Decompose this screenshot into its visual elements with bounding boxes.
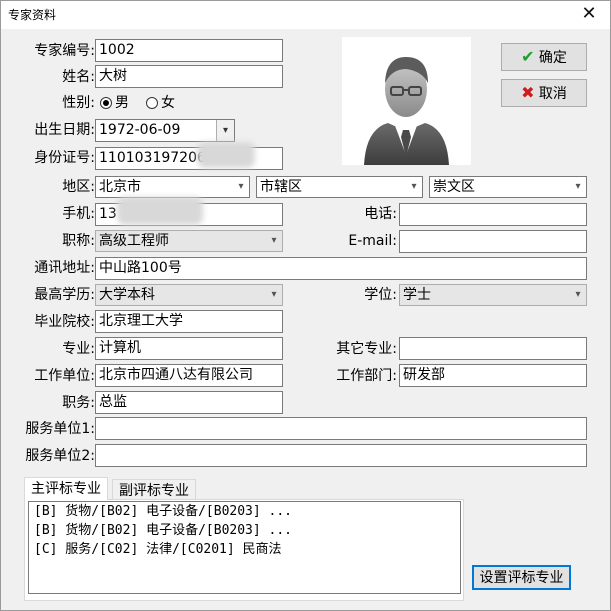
birth-date-label: 出生日期: [34,122,95,138]
phone-field[interactable] [399,203,587,226]
photo-frame [342,37,471,165]
chevron-down-icon: ▾ [238,181,244,192]
list-item[interactable]: [C] 服务/[C02] 法律/[C0201] 民商法 [29,540,460,559]
cancel-button-label: 取消 [538,86,567,102]
list-item[interactable]: [B] 货物/[B02] 电子设备/[B0203] ... [29,502,460,521]
x-icon: ✖ [521,83,535,102]
region-area-value: 崇文区 [433,179,475,195]
gender-male-radio[interactable] [100,97,112,109]
ok-button-label: 确定 [538,50,567,66]
address-label: 通讯地址: [34,260,95,276]
redaction-blur [117,197,203,225]
specialty-list[interactable]: [B] 货物/[B02] 电子设备/[B0203] ... [B] 货物/[B0… [28,501,461,594]
address-field[interactable]: 中山路100号 [95,257,587,280]
chevron-down-icon: ▾ [575,181,581,192]
region-district-select[interactable]: 市辖区 ▾ [256,176,423,198]
education-value: 大学本科 [99,287,155,303]
job-title-label: 职称: [62,233,95,249]
name-field[interactable]: 大树 [95,65,283,88]
region-city-select[interactable]: 北京市 ▾ [95,176,250,198]
other-major-field[interactable] [399,337,587,360]
chevron-down-icon: ▾ [411,181,417,192]
set-specialty-button[interactable]: 设置评标专业 [472,565,571,590]
service-unit1-label: 服务单位1: [25,421,95,437]
department-field[interactable]: 研发部 [399,364,587,387]
degree-value: 学士 [403,287,431,303]
check-icon: ✔ [521,47,535,66]
job-title-select[interactable]: 高级工程师 ▾ [95,230,283,252]
degree-label: 学位: [364,287,397,303]
region-district-value: 市辖区 [260,179,302,195]
id-no-label: 身份证号: [34,150,95,166]
email-field[interactable] [399,230,587,253]
mobile-label: 手机: [62,206,95,222]
tab-secondary-specialty[interactable]: 副评标专业 [112,479,196,500]
cancel-button[interactable]: ✖ 取消 [501,79,587,107]
mobile-value: 13 [99,206,117,222]
redaction-blur [197,142,255,168]
school-label: 毕业院校: [34,314,95,330]
gender-female-radio[interactable] [146,97,158,109]
service-unit2-field[interactable] [95,444,587,467]
phone-label: 电话: [364,206,397,222]
chevron-down-icon: ▾ [575,289,581,300]
expert-profile-window: 专家资料 ✕ 专家编号: 1002 姓名: 大树 性别: 男 女 出生日期: 1… [0,0,611,611]
email-label: E-mail: [348,233,397,249]
major-label: 专业: [62,341,95,357]
title-bar: 专家资料 ✕ [1,1,610,29]
birth-date-value: 1972-06-09 [99,122,181,138]
work-unit-field[interactable]: 北京市四通八达有限公司 [95,364,283,387]
close-button[interactable]: ✕ [571,1,607,29]
expert-no-label: 专家编号: [34,43,95,59]
window-title: 专家资料 [8,8,57,22]
education-label: 最高学历: [34,287,95,303]
ok-button[interactable]: ✔ 确定 [501,43,587,71]
gender-label: 性别: [62,95,95,111]
expert-no-field[interactable]: 1002 [95,39,283,62]
position-field[interactable]: 总监 [95,391,283,414]
chevron-down-icon: ▾ [271,235,277,246]
school-field[interactable]: 北京理工大学 [95,310,283,333]
region-label: 地区: [62,179,95,195]
list-item[interactable]: [B] 货物/[B02] 电子设备/[B0203] ... [29,521,460,540]
degree-select[interactable]: 学士 ▾ [399,284,587,306]
department-label: 工作部门: [336,368,397,384]
education-select[interactable]: 大学本科 ▾ [95,284,283,306]
job-title-value: 高级工程师 [99,233,169,249]
region-area-select[interactable]: 崇文区 ▾ [429,176,587,198]
position-label: 职务: [62,395,95,411]
avatar-placeholder [364,57,449,165]
chevron-down-icon: ▾ [271,289,277,300]
gender-male-label[interactable]: 男 [115,93,129,113]
chevron-down-icon[interactable]: ▾ [216,120,234,141]
major-field[interactable]: 计算机 [95,337,283,360]
gender-female-label[interactable]: 女 [161,93,175,113]
other-major-label: 其它专业: [336,341,397,357]
service-unit1-field[interactable] [95,417,587,440]
birth-date-picker[interactable]: 1972-06-09 ▾ [95,119,235,142]
service-unit2-label: 服务单位2: [25,448,95,464]
tab-primary-specialty[interactable]: 主评标专业 [24,477,108,500]
region-city-value: 北京市 [99,179,141,195]
work-unit-label: 工作单位: [34,368,95,384]
name-label: 姓名: [62,69,95,85]
